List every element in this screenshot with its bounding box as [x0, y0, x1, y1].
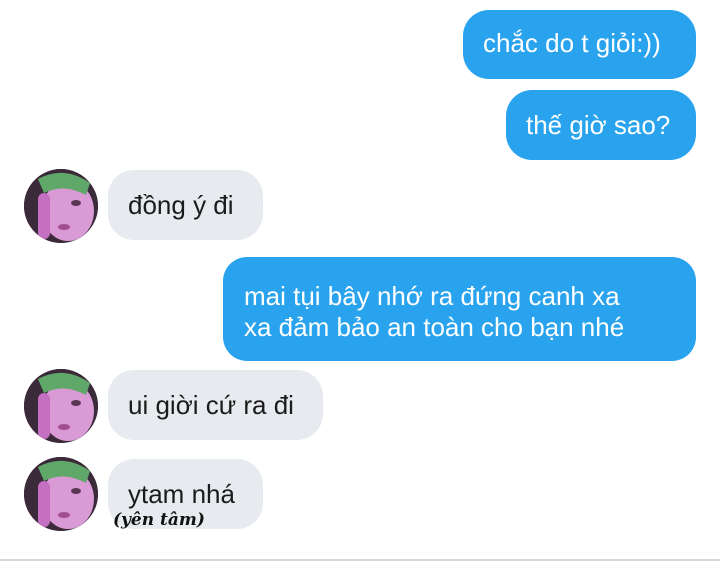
message-text: ui giời cứ ra đi	[128, 390, 294, 420]
contact-avatar[interactable]	[24, 369, 98, 443]
outgoing-message-bubble[interactable]: chắc do t giỏi:))	[463, 10, 696, 79]
incoming-message-bubble[interactable]: ui giời cứ ra đi	[108, 370, 323, 440]
message-text-line: mai tụi bây nhớ ra đứng canh xa	[244, 281, 620, 311]
outgoing-message-bubble[interactable]: mai tụi bây nhớ ra đứng canh xa xa đảm b…	[223, 257, 696, 361]
message-text: thế giờ sao?	[526, 110, 671, 140]
bottom-divider	[0, 559, 720, 561]
message-text: ytam nhá	[128, 479, 235, 509]
annotation-note: (yên tâm)	[113, 510, 205, 530]
avatar-icon	[24, 457, 98, 531]
message-text: chắc do t giỏi:))	[483, 28, 661, 58]
message-text-line: xa đảm bảo an toàn cho bạn nhé	[244, 312, 625, 342]
outgoing-message-bubble[interactable]: thế giờ sao?	[506, 90, 696, 160]
avatar-icon	[24, 169, 98, 243]
message-text: đồng ý đi	[128, 190, 234, 220]
contact-avatar[interactable]	[24, 169, 98, 243]
contact-avatar[interactable]	[24, 457, 98, 531]
incoming-message-bubble[interactable]: đồng ý đi	[108, 170, 263, 240]
avatar-icon	[24, 369, 98, 443]
